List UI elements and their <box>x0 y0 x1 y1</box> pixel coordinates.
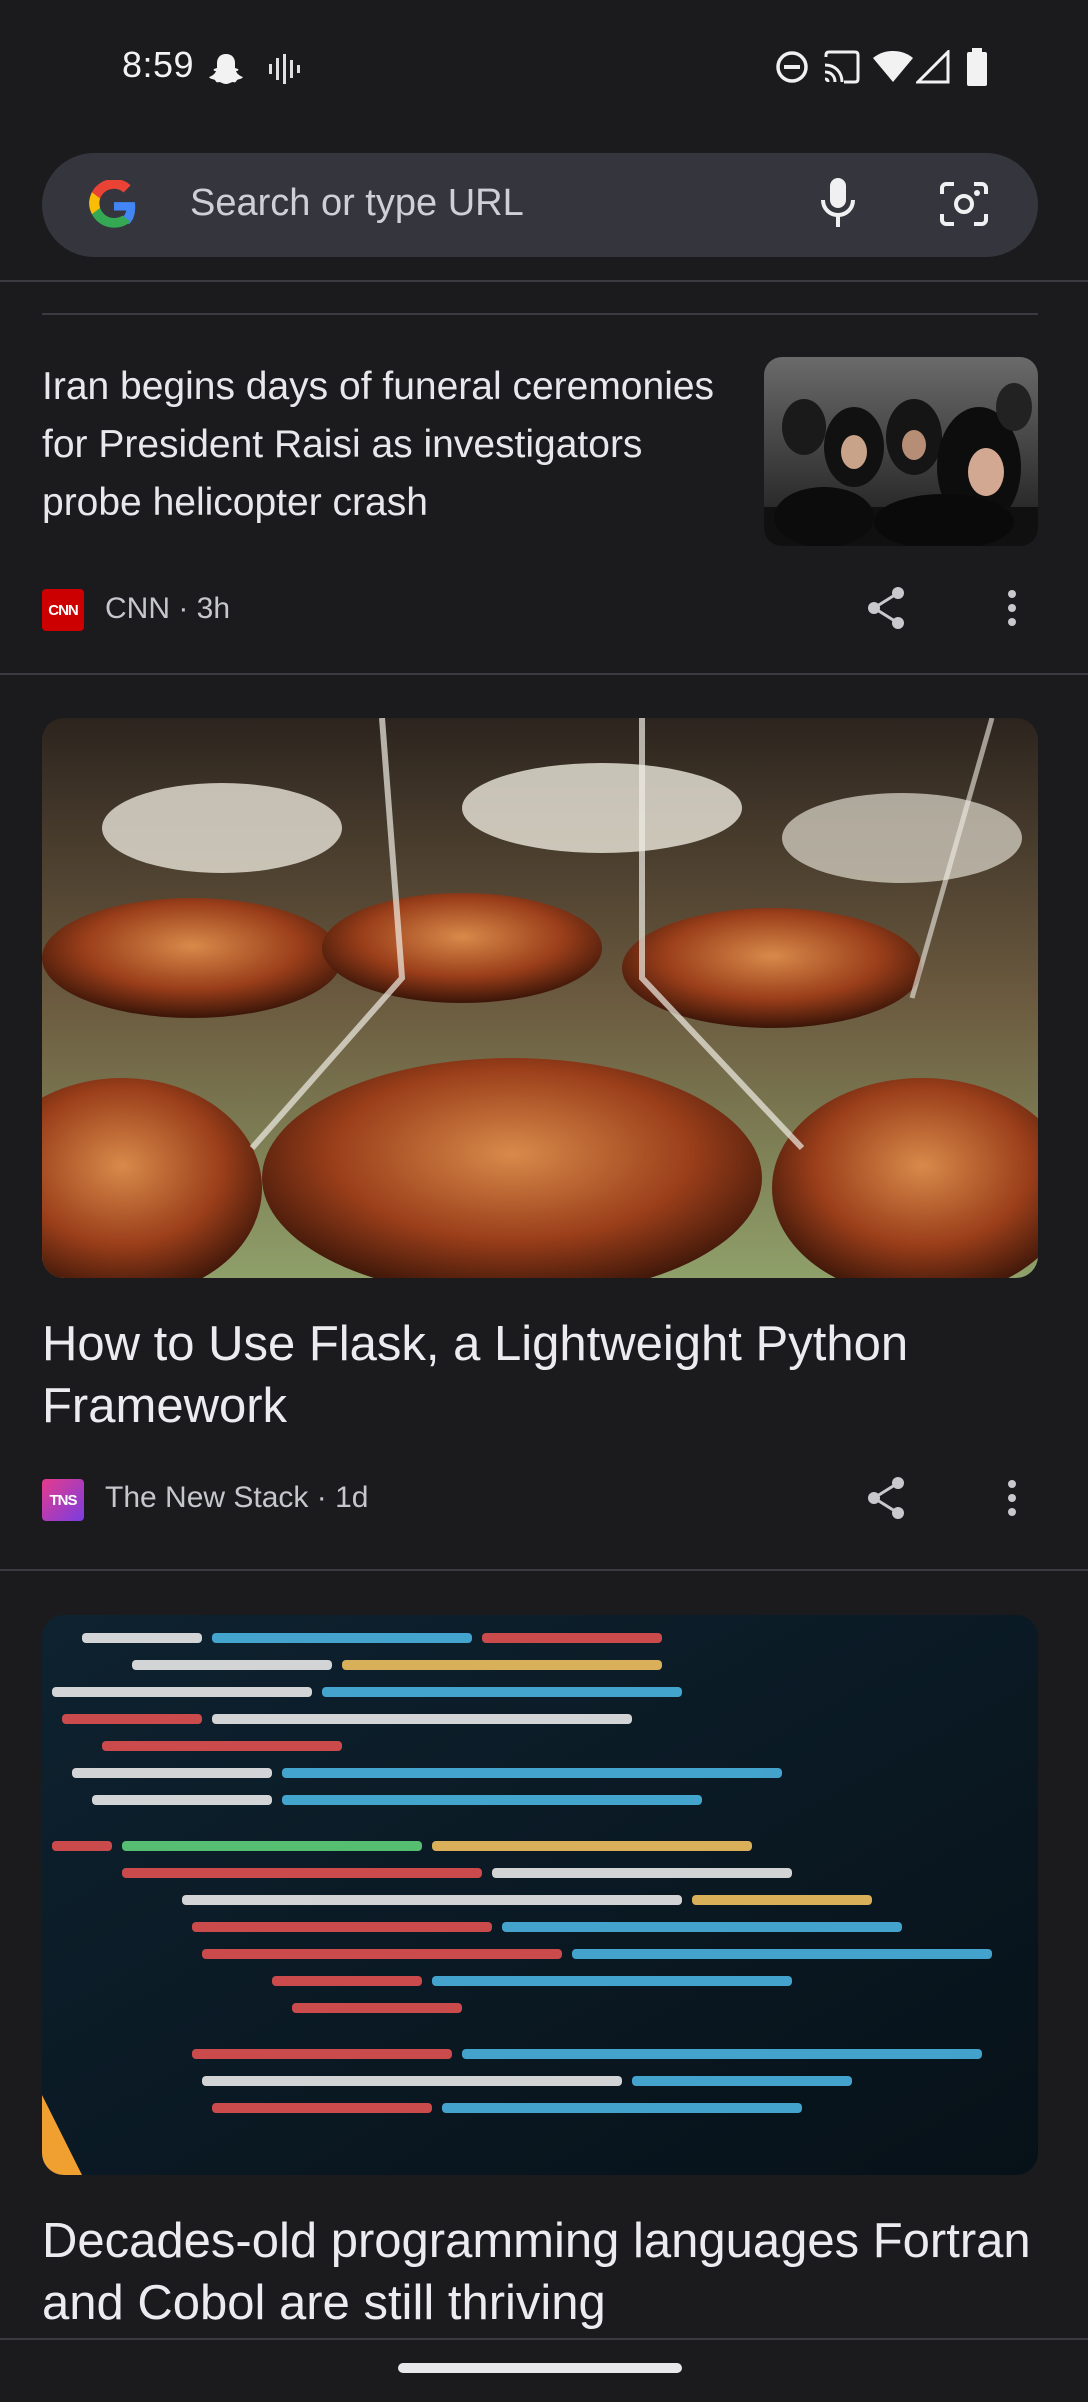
battery-icon <box>967 48 987 86</box>
article-title[interactable]: Decades-old programming languages Fortra… <box>42 2210 1038 2334</box>
article-source-meta: CNN · 3h <box>105 592 231 625</box>
share-icon[interactable] <box>864 584 908 632</box>
gesture-nav-handle[interactable] <box>398 2363 682 2373</box>
more-options-icon[interactable] <box>1002 1478 1022 1518</box>
lens-camera-icon[interactable] <box>938 180 990 228</box>
card-divider <box>0 1569 1088 1571</box>
source-logo-cnn: CNN <box>42 589 84 631</box>
microphone-icon[interactable] <box>818 176 858 232</box>
article-image-code[interactable] <box>42 1615 1038 2175</box>
article-image-flasks[interactable] <box>42 718 1038 1278</box>
article-thumbnail[interactable] <box>764 357 1038 546</box>
search-input[interactable]: Search or type URL <box>190 182 524 225</box>
status-time: 8:59 <box>122 44 195 85</box>
cast-icon <box>824 50 860 84</box>
article-title[interactable]: How to Use Flask, a Lightweight Python F… <box>42 1313 1038 1437</box>
snapchat-icon <box>209 54 243 84</box>
signal-icon <box>916 50 950 84</box>
article-title[interactable]: Iran begins days of funeral ceremonies f… <box>42 358 732 532</box>
more-options-icon[interactable] <box>1002 588 1022 628</box>
do-not-disturb-icon <box>776 51 808 83</box>
card-divider <box>42 313 1038 315</box>
share-icon[interactable] <box>864 1474 908 1522</box>
source-logo-tns: TNS <box>42 1479 84 1521</box>
wifi-icon <box>873 51 913 82</box>
voice-activity-icon <box>269 54 300 84</box>
article-source-meta: The New Stack · 1d <box>105 1481 369 1514</box>
header-divider <box>0 280 1088 282</box>
card-divider <box>0 673 1088 675</box>
google-logo <box>89 180 136 228</box>
